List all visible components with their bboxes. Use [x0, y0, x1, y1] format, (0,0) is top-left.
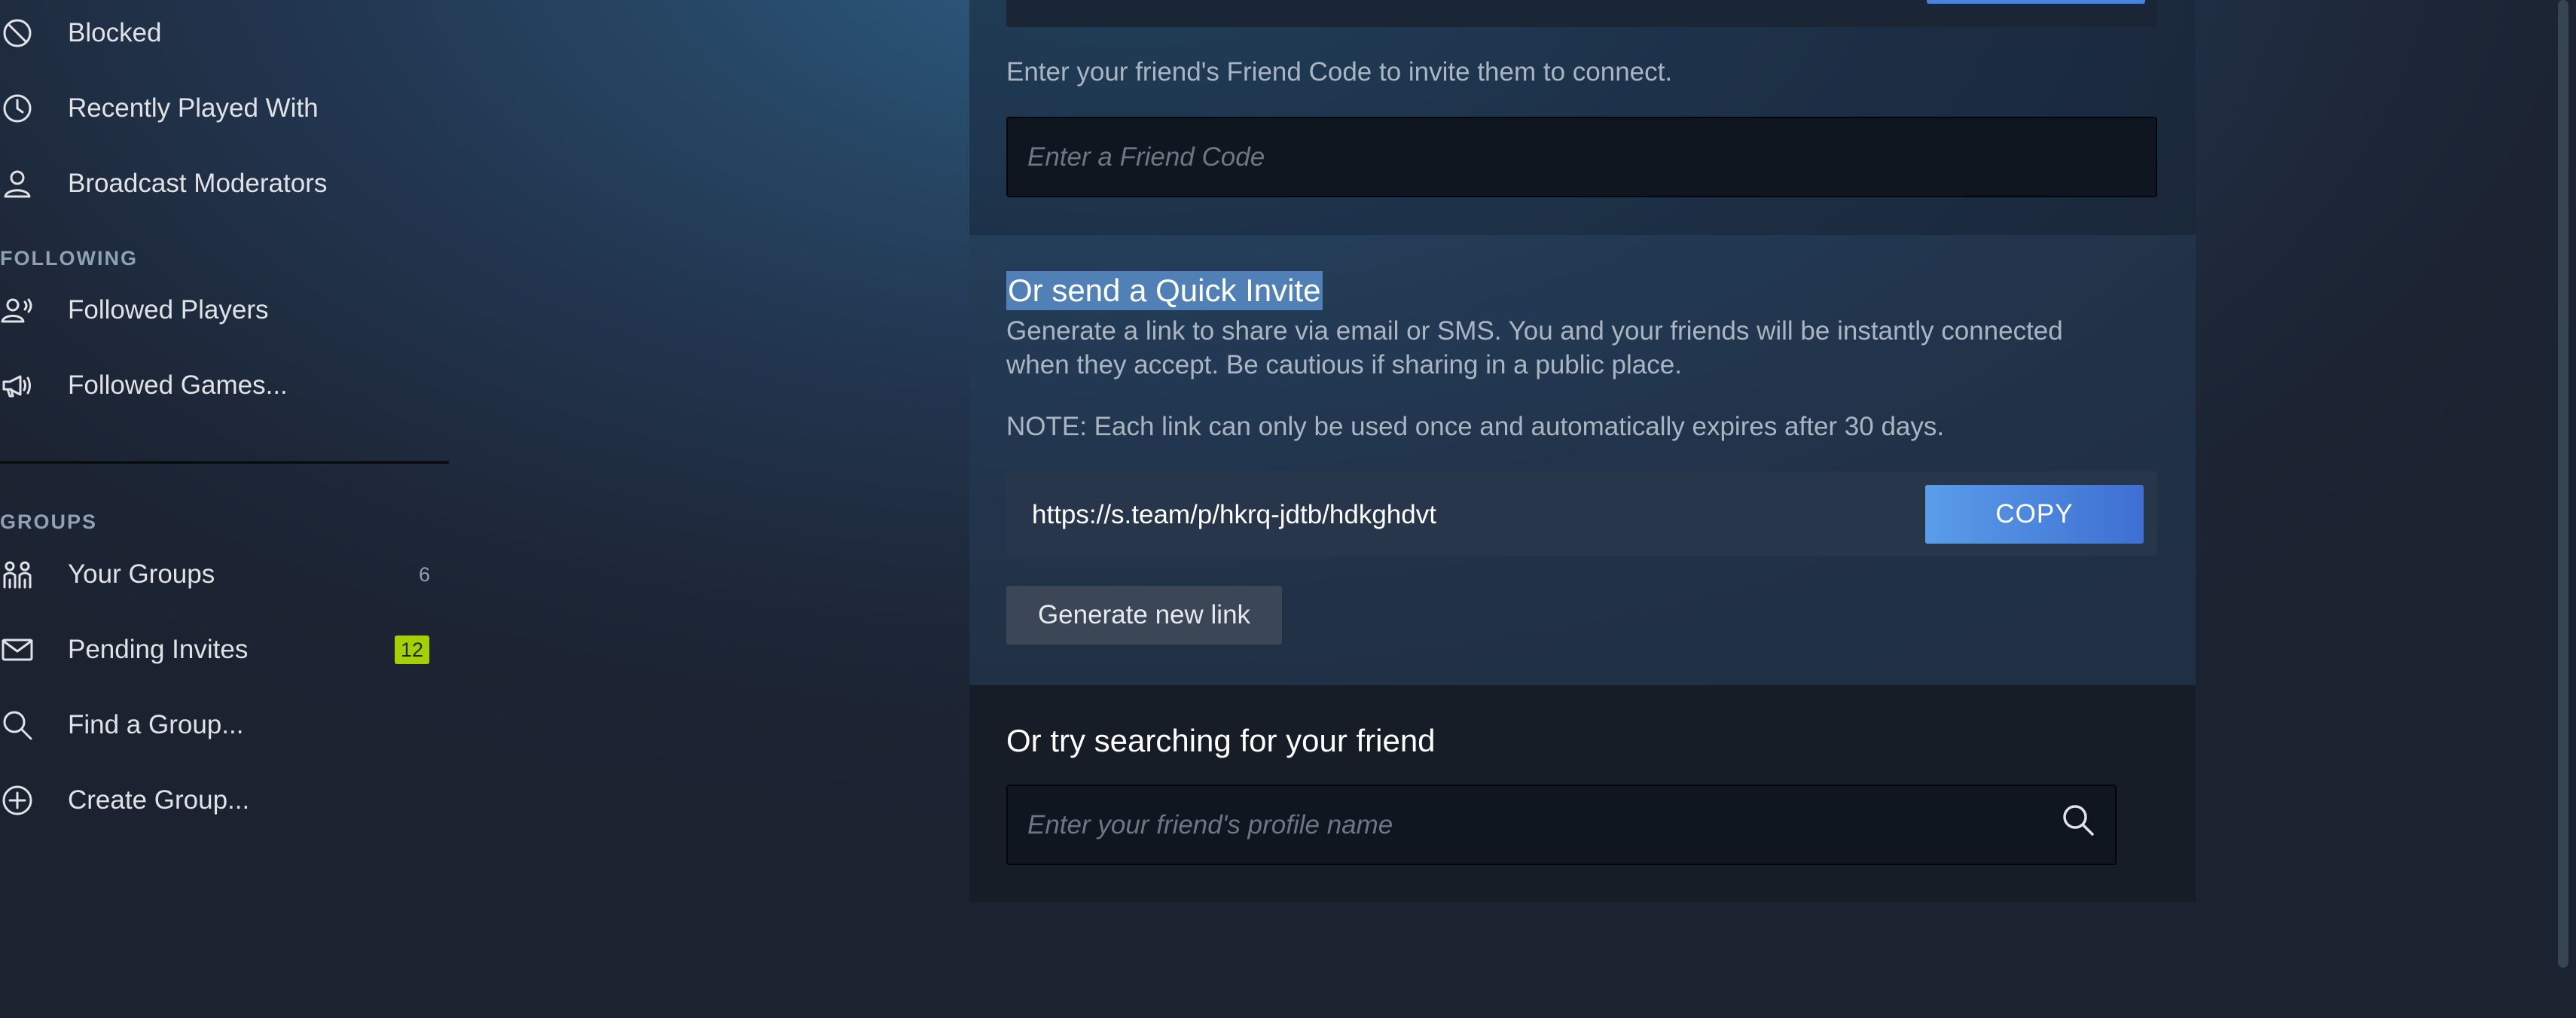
- search-icon: [0, 708, 35, 742]
- blocked-icon: [0, 16, 35, 50]
- groups-count: 6: [419, 562, 431, 586]
- copy-friend-code-button[interactable]: [1927, 0, 2145, 4]
- friend-code-display-field: [1006, 0, 2157, 27]
- section-title-groups: GROUPS: [0, 511, 98, 533]
- quick-invite-title: Or send a Quick Invite: [1006, 271, 1323, 310]
- sidebar-item-label: Followed Games...: [68, 370, 288, 400]
- friend-code-input[interactable]: [1027, 142, 2156, 172]
- sidebar-item-broadcast-moderators[interactable]: Broadcast Moderators: [0, 154, 437, 214]
- friend-code-field[interactable]: [1006, 117, 2157, 197]
- person-icon: [0, 166, 35, 201]
- generate-new-link-button[interactable]: Generate new link: [1006, 586, 1282, 645]
- sidebar-item-your-groups[interactable]: Your Groups 6: [0, 544, 437, 605]
- sidebar-item-find-a-group[interactable]: Find a Group...: [0, 695, 437, 755]
- sidebar-item-label: Find a Group...: [68, 710, 244, 739]
- invite-link-text[interactable]: https://s.team/p/hkrq-jdtb/hdkghdvt: [1032, 500, 1436, 530]
- page-scrollbar[interactable]: [2558, 0, 2568, 968]
- friend-code-instruction: Enter your friend's Friend Code to invit…: [1006, 57, 1673, 87]
- invite-link-row: https://s.team/p/hkrq-jdtb/hdkghdvt COPY: [1006, 471, 2157, 556]
- sidebar-item-label: Broadcast Moderators: [68, 169, 328, 198]
- sidebar-item-label: Your Groups: [68, 559, 215, 589]
- sidebar-item-label: Recently Played With: [68, 93, 319, 123]
- section-title-following: FOLLOWING: [0, 247, 138, 270]
- search-icon[interactable]: [2059, 801, 2097, 846]
- friend-search-title: Or try searching for your friend: [1006, 723, 1436, 758]
- envelope-icon: [0, 632, 35, 667]
- pending-invites-badge: 12: [395, 635, 430, 664]
- copy-button[interactable]: COPY: [1925, 485, 2144, 544]
- sidebar-item-label: Followed Players: [68, 295, 269, 325]
- sidebar-item-blocked[interactable]: Blocked: [0, 3, 437, 63]
- sidebar-item-create-group[interactable]: Create Group...: [0, 770, 437, 831]
- sidebar: Blocked Recently Played With Broadcast M…: [0, 0, 452, 1018]
- sidebar-item-pending-invites[interactable]: Pending Invites 12: [0, 620, 437, 680]
- sidebar-item-label: Blocked: [68, 18, 162, 47]
- friend-search-field[interactable]: [1006, 785, 2117, 865]
- sidebar-divider: [0, 461, 449, 464]
- friend-search-input[interactable]: [1027, 809, 2052, 840]
- quick-invite-description-line1: Generate a link to share via email or SM…: [1006, 316, 2063, 346]
- megaphone-icon: [0, 368, 35, 403]
- sidebar-item-label: Create Group...: [68, 785, 250, 815]
- sidebar-item-label: Pending Invites: [68, 635, 249, 664]
- clock-icon: [0, 91, 35, 126]
- sidebar-item-followed-players[interactable]: Followed Players: [0, 280, 437, 340]
- quick-invite-description-line2: when they accept. Be cautious if sharing…: [1006, 350, 1682, 379]
- plus-circle-icon: [0, 783, 35, 818]
- quick-invite-note: NOTE: Each link can only be used once an…: [1006, 412, 1945, 441]
- sidebar-item-followed-games[interactable]: Followed Games...: [0, 355, 437, 416]
- followed-player-icon: [0, 293, 35, 328]
- sidebar-item-recently-played-with[interactable]: Recently Played With: [0, 78, 437, 139]
- groups-icon: [0, 557, 35, 592]
